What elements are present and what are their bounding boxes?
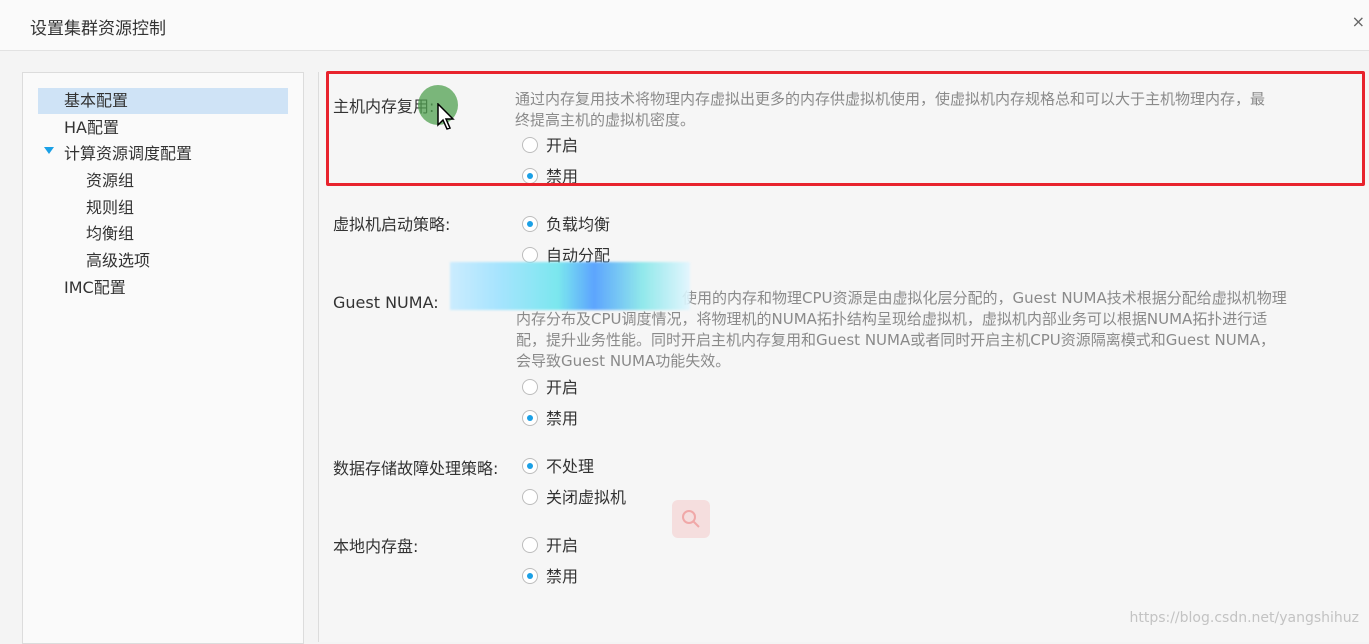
watermark-text: https://blog.csdn.net/yangshihuz: [1129, 610, 1359, 626]
radio-circle-icon: [522, 489, 538, 505]
dialog-titlebar: 设置集群资源控制 ×: [0, 0, 1369, 51]
radio-circle-icon: [522, 537, 538, 553]
radio-circle-icon: [522, 137, 538, 153]
vm-start-policy-label: 虚拟机启动策略:: [333, 215, 451, 234]
guest-numa-disable-radio[interactable]: 禁用: [522, 407, 578, 431]
memory-reuse-disable-radio[interactable]: 禁用: [522, 165, 578, 189]
radio-checked-icon: [522, 410, 538, 426]
local-memory-disk-disable-radio[interactable]: 禁用: [522, 565, 578, 589]
guest-numa-label: Guest NUMA:: [333, 293, 439, 312]
dialog-title: 设置集群资源控制: [30, 19, 166, 39]
memory-reuse-enable-radio[interactable]: 开启: [522, 134, 578, 158]
nav-item-imc-config[interactable]: IMC配置: [64, 275, 126, 301]
vm-start-load-balance-radio[interactable]: 负载均衡: [522, 213, 610, 237]
storage-fault-shutdown-vm-radio[interactable]: 关闭虚拟机: [522, 486, 626, 510]
guest-numa-description: 内存分布及CPU调度情况，将物理机的NUMA拓扑结构呈现给虚拟机，虚拟机内部业务…: [516, 310, 1275, 370]
radio-circle-icon: [522, 379, 538, 395]
nav-item-rule-group[interactable]: 规则组: [86, 195, 134, 221]
local-memory-disk-enable-radio[interactable]: 开启: [522, 534, 578, 558]
radio-checked-icon: [522, 568, 538, 584]
search-icon: [682, 510, 700, 528]
nav-item-resource-group[interactable]: 资源组: [86, 168, 134, 194]
expand-arrow-icon[interactable]: [44, 147, 54, 154]
radio-checked-icon: [522, 458, 538, 474]
guest-numa-description-line1: 使用的内存和物理CPU资源是由虚拟化层分配的，Guest NUMA技术根据分配给…: [682, 289, 1287, 307]
memory-reuse-description: 通过内存复用技术将物理内存虚拟出更多的内存供虚拟机使用，使虚拟机内存规格总和可以…: [515, 90, 1266, 129]
mouse-cursor-icon: [437, 103, 455, 130]
local-memory-disk-label: 本地内存盘:: [333, 537, 419, 556]
close-icon[interactable]: ×: [1352, 12, 1365, 31]
nav-item-basic-config[interactable]: 基本配置: [38, 88, 288, 114]
nav-item-compute-scheduling[interactable]: 计算资源调度配置: [64, 141, 192, 167]
nav-item-balance-group[interactable]: 均衡组: [86, 221, 134, 247]
radio-checked-icon: [522, 168, 538, 184]
guest-numa-enable-radio[interactable]: 开启: [522, 376, 578, 400]
redaction-blur: [450, 262, 690, 310]
floating-search-button[interactable]: [672, 500, 710, 538]
storage-fault-no-action-radio[interactable]: 不处理: [522, 455, 594, 479]
storage-fault-policy-label: 数据存储故障处理策略:: [333, 459, 499, 478]
nav-item-advanced-options[interactable]: 高级选项: [86, 248, 150, 274]
nav-item-ha-config[interactable]: HA配置: [64, 115, 119, 141]
radio-circle-icon: [522, 247, 538, 263]
radio-checked-icon: [522, 216, 538, 232]
